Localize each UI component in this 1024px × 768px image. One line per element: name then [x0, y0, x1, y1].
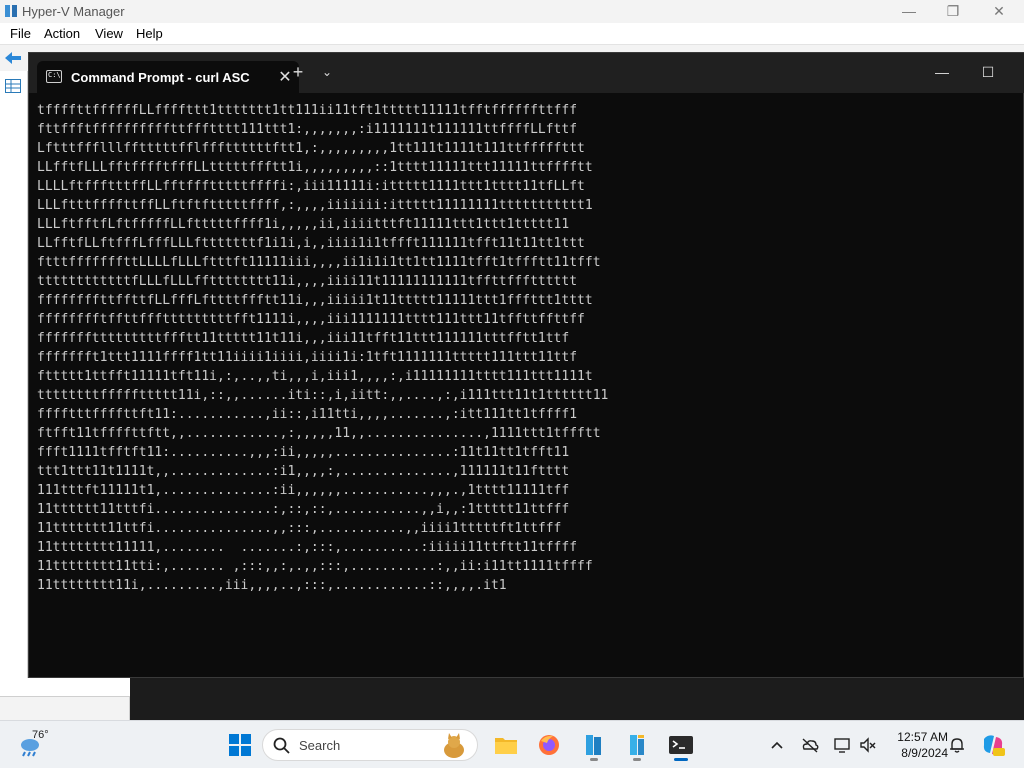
console-line: fttttt1ttfft11111tft11i,:,..,,ti,,,i,iii…: [37, 369, 593, 384]
terminal-button[interactable]: [663, 727, 699, 763]
hyperv-status-line: [0, 678, 130, 697]
console-line: LLLftfftfLftfffffLLftttttffff1i,,,,,ii,i…: [37, 217, 570, 232]
tab-title: Command Prompt - curl ASC: [71, 70, 250, 85]
console-line: ttttttttfffffttttt11i,::,,......iti::,i,…: [37, 388, 609, 403]
taskbar-search-box[interactable]: Search: [262, 729, 478, 761]
back-arrow-icon[interactable]: [4, 51, 22, 65]
terminal-minimize-button[interactable]: —: [919, 53, 965, 93]
console-line: ftfft11tffffttftt,,............,:,,,,,11…: [37, 426, 601, 441]
command-prompt-icon-text: C:\: [48, 71, 61, 79]
hyperv-manager-button[interactable]: [619, 727, 655, 763]
chevron-up-icon[interactable]: [767, 735, 787, 755]
console-line: 11tttttttt11111,........ .......:,:::,..…: [37, 540, 578, 555]
console-line: LLLLftffftttffLLfftffftttttffffi:,iii111…: [37, 179, 585, 194]
onedrive-icon[interactable]: [800, 735, 820, 755]
console-line: LLLftttffffttffLLftftftttttffff,:,,,,iii…: [37, 198, 593, 213]
terminal-window: C:\ Command Prompt - curl ASC ✕ + ⌄ — ☐ …: [28, 52, 1024, 678]
weather-temperature: 76°: [32, 729, 49, 741]
firefox-icon: [539, 735, 559, 755]
terminal-tabbar: C:\ Command Prompt - curl ASC ✕ + ⌄ — ☐: [29, 53, 1024, 93]
file-explorer-button[interactable]: [488, 727, 524, 763]
table-icon[interactable]: [5, 79, 21, 93]
console-line: 111tttft11111t1,..............:ii,,,,,,.…: [37, 483, 570, 498]
server-manager-button[interactable]: [576, 727, 612, 763]
menu-help[interactable]: Help: [136, 26, 163, 41]
console-line: ttt1ttt11t1111t,,.............:i1,,,,:,.…: [37, 464, 570, 479]
command-prompt-icon: C:\: [46, 70, 62, 83]
notification-bell-icon[interactable]: [947, 735, 967, 755]
menu-action[interactable]: Action: [44, 26, 80, 41]
clock-date: 8/9/2024: [901, 746, 948, 760]
hyperv-app-icon: [5, 5, 17, 17]
console-line: ttttttttttttfLLLfLLLfftttttttt11i,,,,iii…: [37, 274, 578, 289]
console-line: ffft1111tfftft11:..........,,,:ii,,,,,..…: [37, 445, 570, 460]
console-line: Lftttffflllfftttttfflfffttttttftt1,:,,,,…: [37, 141, 585, 156]
clock-time: 12:57 AM: [897, 730, 948, 744]
desktop-background: [130, 678, 1024, 720]
folder-icon: [495, 738, 517, 754]
console-line: 11ttttttt11ttfi...............,,:::,....…: [37, 521, 562, 536]
console-line: tffffttffffffLLffffttt1ttttttt1tt111ii11…: [37, 103, 578, 118]
console-line: fffffffftffttffftttttttttfft1111i,,,,iii…: [37, 312, 585, 327]
running-indicator: [590, 758, 598, 761]
menu-file[interactable]: File: [10, 26, 31, 41]
terminal-tab[interactable]: C:\ Command Prompt - curl ASC ✕: [37, 61, 299, 93]
console-line: ftttfffffffttLLLLfLLLftttft11111iii,,,,i…: [37, 255, 601, 270]
weather-widget[interactable]: 76°: [16, 729, 76, 761]
console-line: fffftttffffttft11:...........,ii::,i11tt…: [37, 407, 578, 422]
network-icon[interactable]: [833, 735, 853, 755]
taskbar: 76° Search 12:57 AM 8/9/2024: [0, 720, 1024, 768]
hyperv-maximize-button[interactable]: ❐: [930, 0, 976, 23]
active-indicator: [674, 758, 688, 761]
console-output[interactable]: tffffttffffffLLffffttt1ttttttt1tt111ii11…: [37, 101, 987, 595]
running-indicator: [633, 758, 641, 761]
new-tab-plus-icon[interactable]: +: [289, 63, 307, 82]
console-line: 11tttttttt11tti:,....... ,:::,,:,.,,:::,…: [37, 559, 593, 574]
windows-logo-icon: [229, 734, 251, 756]
hyperv-close-button[interactable]: ✕: [976, 0, 1022, 23]
menu-view[interactable]: View: [95, 26, 123, 41]
console-line: 11tttttt11tttfi...............:,::,::,..…: [37, 502, 570, 517]
console-line: ffffffffttffttfLLfffLfttttffftt11i,,,iii…: [37, 293, 593, 308]
search-icon: [273, 737, 290, 754]
console-line: ffffffftttttttttffftt11ttttt11t11i,,,iii…: [37, 331, 570, 346]
console-line: LLfftfLLLfftfffftfffLLtttttffftt1i,,,,,,…: [37, 160, 593, 175]
hyperv-titlebar: Hyper-V Manager — ❐ ✕: [0, 0, 1024, 23]
hyperv-minimize-button[interactable]: —: [886, 0, 932, 23]
console-line: LLfftfLLftfffLfffLLLftttttttf1i1i,i,,iii…: [37, 236, 585, 251]
console-line: fttffftffffffffffttffftttt111ttt1:,,,,,,…: [37, 122, 578, 137]
hyperv-tree-pane: [0, 71, 28, 697]
console-line: ffffffft1ttt1111ffff1tt11iiii1iiii,iiii1…: [37, 350, 578, 365]
tab-dropdown-chevron-icon[interactable]: ⌄: [319, 65, 335, 81]
hyperv-menubar: File Action View Help: [0, 23, 1024, 45]
terminal-maximize-button[interactable]: ☐: [965, 53, 1011, 93]
copilot-icon[interactable]: [980, 733, 1006, 757]
start-button[interactable]: [222, 727, 258, 763]
taskbar-clock[interactable]: 12:57 AM 8/9/2024: [884, 729, 948, 761]
search-placeholder: Search: [299, 738, 341, 753]
console-line: 11tttttttt11i,.........,iii,,,,..,:::,..…: [37, 578, 507, 593]
volume-muted-icon[interactable]: [858, 735, 878, 755]
firefox-button[interactable]: [531, 727, 567, 763]
cat-highlight-icon: [444, 733, 464, 758]
hyperv-title: Hyper-V Manager: [22, 4, 125, 19]
